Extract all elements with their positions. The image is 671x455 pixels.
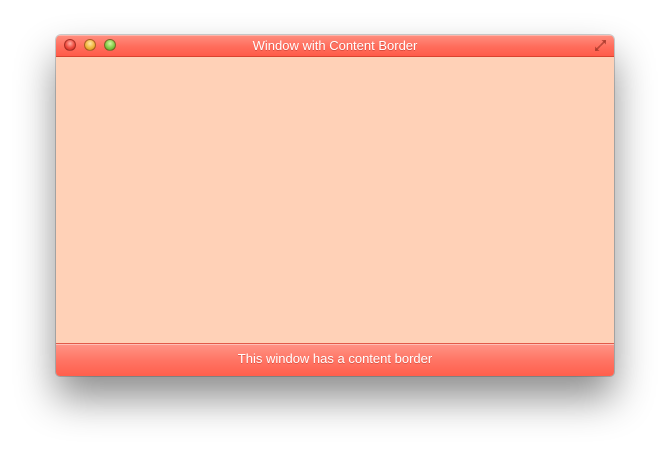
app-window: Window with Content Border This window h…	[56, 35, 614, 376]
content-border-bar: This window has a content border	[56, 343, 614, 376]
fullscreen-icon[interactable]	[593, 38, 608, 53]
title-bar[interactable]: Window with Content Border	[56, 35, 614, 57]
desktop: Window with Content Border This window h…	[0, 0, 671, 455]
status-label: This window has a content border	[237, 351, 433, 366]
window-title: Window with Content Border	[252, 38, 418, 53]
content-area	[56, 57, 614, 344]
